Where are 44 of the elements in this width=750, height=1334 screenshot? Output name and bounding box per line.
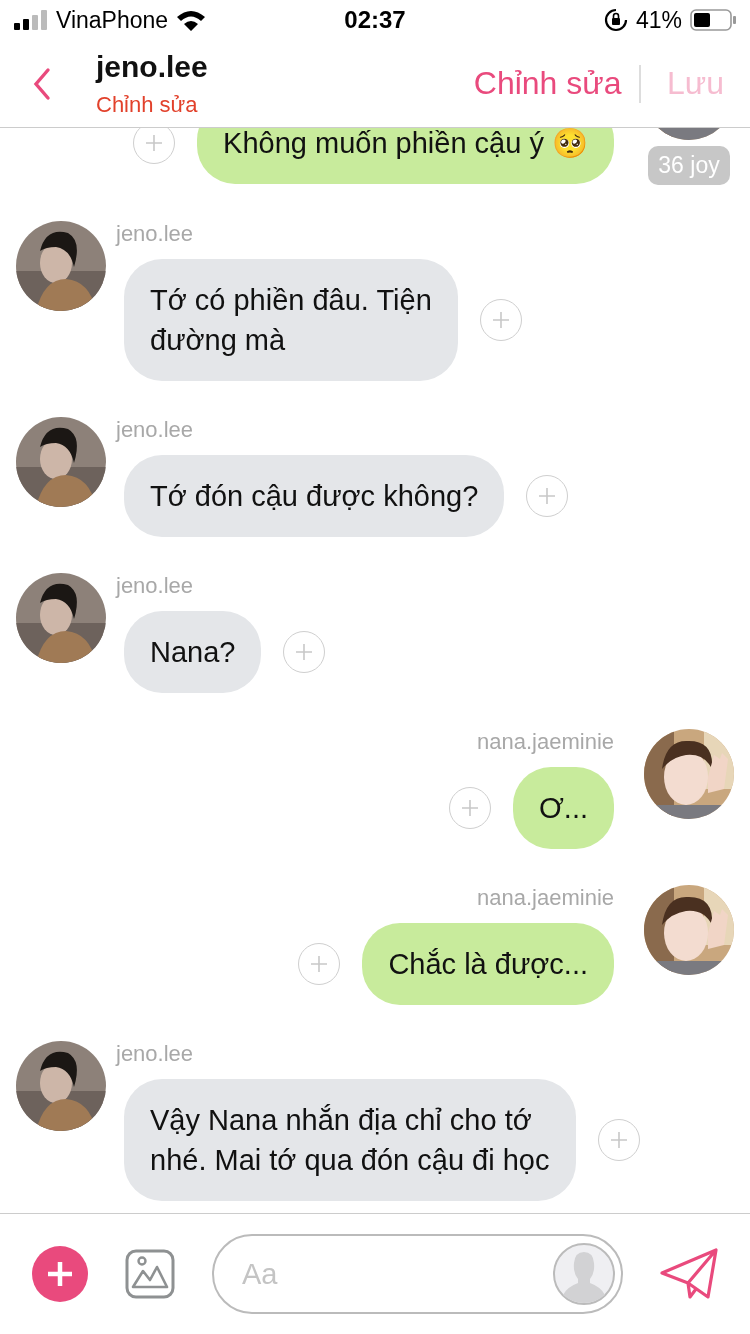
plus-icon: [490, 310, 511, 330]
message-bubble: Chắc là được...: [362, 923, 614, 1005]
rotation-lock-icon: [603, 8, 628, 32]
clock-time: 02:37: [344, 6, 406, 34]
sender-name: nana.jaeminie: [477, 729, 614, 755]
plus-icon: [459, 798, 480, 818]
chat-subtitle: Chỉnh sửa: [96, 91, 199, 118]
add-reaction-button[interactable]: [133, 128, 176, 164]
chat-title: jeno.lee: [96, 49, 209, 84]
add-reaction-button[interactable]: [283, 631, 326, 673]
add-reaction-button[interactable]: [448, 787, 491, 829]
plus-icon: [309, 954, 330, 974]
message-bubble: Ơ...: [512, 767, 614, 849]
profile-placeholder-icon: [553, 1243, 615, 1305]
signal-icon: [14, 10, 48, 30]
add-reaction-button[interactable]: [526, 475, 569, 517]
plus-icon: [608, 1130, 629, 1150]
send-icon[interactable]: [660, 1247, 718, 1301]
edit-button[interactable]: Chỉnh sửa: [473, 65, 622, 102]
plus-icon: [294, 642, 315, 662]
plus-icon: [537, 486, 558, 506]
carrier-name: VinaPhone: [56, 6, 169, 34]
add-reaction-button[interactable]: [597, 1119, 640, 1161]
plus-icon: [144, 133, 165, 153]
message-bubble: Vậy Nana nhắn địa chỉ cho tớ nhé. Mai tớ qua đón cậu đi học: [124, 1079, 576, 1201]
add-reaction-button[interactable]: [298, 943, 341, 985]
sender-name: jeno.lee: [116, 573, 195, 599]
add-reaction-button[interactable]: [479, 299, 522, 341]
add-button[interactable]: [32, 1246, 88, 1302]
message-bubble: Nana?: [124, 611, 262, 693]
wifi-icon: [176, 9, 207, 31]
message-bubble: Không muốn phiền cậu ý 🥺: [197, 128, 614, 184]
battery-icon: [690, 9, 736, 31]
message-bubble: Tớ có phiền đâu. Tiện đường mà: [124, 259, 458, 381]
battery-percent: 41%: [635, 6, 682, 34]
back-button[interactable]: [32, 66, 52, 101]
sender-name: jeno.lee: [116, 221, 195, 247]
message-bubble: Tớ đón cậu được không?: [124, 455, 505, 537]
reaction-count: 36 joy: [648, 146, 730, 185]
sender-name: jeno.lee: [116, 1041, 195, 1067]
image-icon[interactable]: [125, 1249, 175, 1299]
sender-name: nana.jaeminie: [477, 885, 614, 911]
sender-name: jeno.lee: [116, 417, 195, 443]
message-input[interactable]: Aa: [212, 1234, 623, 1314]
